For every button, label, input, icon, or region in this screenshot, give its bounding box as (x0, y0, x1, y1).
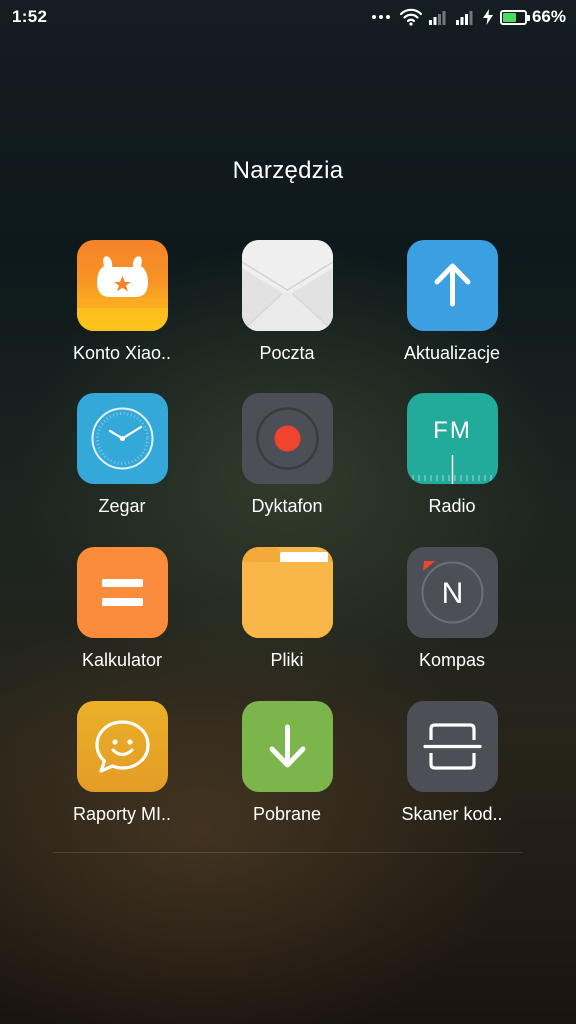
app-label: Pliki (270, 650, 304, 670)
app-skaner-kodow[interactable]: Skaner kod.. (377, 701, 527, 825)
record-icon (241, 393, 333, 484)
download-arrow-icon (241, 701, 333, 792)
app-radio[interactable]: FM Radio (377, 393, 527, 517)
folder-icon (241, 547, 333, 638)
app-aktualizacje[interactable]: Aktualizacje (377, 240, 527, 364)
folder-divider (54, 852, 522, 853)
svg-text:N: N (441, 577, 463, 610)
app-label: Raporty MI.. (72, 804, 172, 824)
app-label: Konto Xiao.. (72, 343, 172, 363)
chat-smile-icon (76, 701, 168, 792)
app-label: Dyktafon (251, 496, 323, 516)
app-raporty-mi[interactable]: Raporty MI.. (47, 701, 197, 825)
arrow-up-icon (406, 240, 498, 331)
folder-title: Narzędzia (232, 157, 344, 184)
app-label: Kompas (418, 650, 486, 670)
svg-text:FM: FM (433, 417, 472, 444)
envelope-icon (241, 240, 333, 331)
app-label: Radio (428, 496, 476, 516)
status-time: 1:52 (12, 7, 48, 26)
charging-icon (482, 9, 493, 25)
calculator-icon (76, 547, 168, 638)
app-kompas[interactable]: N Kompas (377, 547, 527, 671)
status-bar: 1:52 66% (0, 0, 576, 34)
mi-bunny-icon (76, 240, 168, 331)
signal-icon (428, 11, 446, 25)
battery-icon (499, 9, 530, 25)
wifi-icon (399, 8, 422, 26)
compass-icon: N (406, 547, 498, 638)
app-poczta[interactable]: Poczta (212, 240, 362, 364)
app-label: Skaner kod.. (401, 804, 503, 824)
app-zegar[interactable]: Zegar (47, 393, 197, 517)
fm-radio-icon: FM (406, 393, 498, 484)
more-dots-icon (371, 15, 393, 19)
battery-percent: 66% (531, 7, 566, 26)
clock-icon (76, 393, 168, 484)
app-konto-xiaomi[interactable]: Konto Xiao.. (47, 240, 197, 364)
app-label: Poczta (259, 343, 315, 363)
status-icons: 66% (365, 6, 566, 28)
app-dyktafon[interactable]: Dyktafon (212, 393, 362, 517)
app-pliki[interactable]: Pliki (212, 547, 362, 671)
signal-icon (455, 11, 473, 25)
app-kalkulator[interactable]: Kalkulator (47, 547, 197, 671)
app-label: Zegar (98, 496, 146, 516)
app-label: Kalkulator (81, 650, 163, 670)
scanner-icon (406, 701, 498, 792)
app-pobrane[interactable]: Pobrane (212, 701, 362, 825)
app-label: Pobrane (252, 804, 322, 824)
app-label: Aktualizacje (403, 343, 501, 363)
